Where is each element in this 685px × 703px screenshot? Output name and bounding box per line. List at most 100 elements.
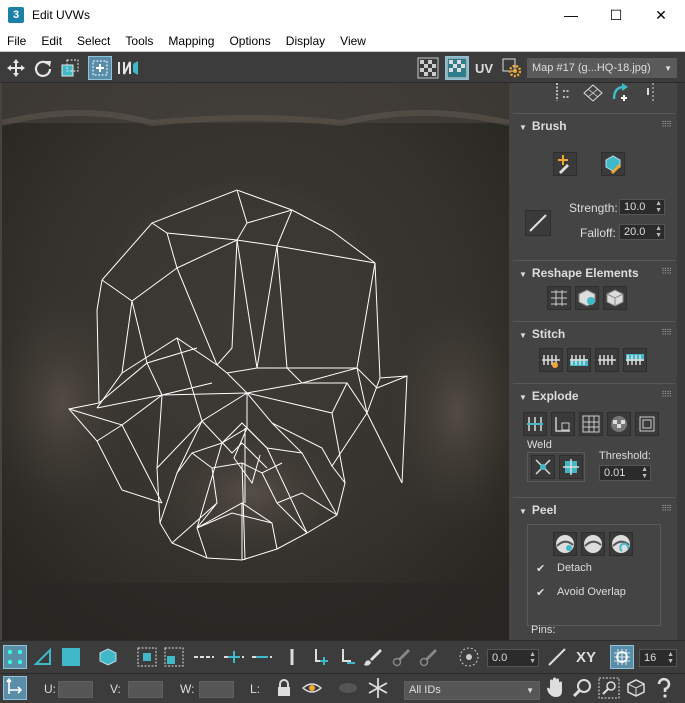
relax-until-flat-button[interactable] [575, 286, 599, 310]
edge-ring-button[interactable] [222, 645, 246, 669]
stitch-average-button[interactable] [595, 348, 619, 372]
align-vertical-button[interactable] [551, 83, 575, 105]
paint-move-button[interactable] [553, 152, 577, 176]
freeform-tool-button[interactable] [88, 56, 112, 80]
freeze-button[interactable] [366, 676, 390, 700]
falloff-space-button[interactable]: XY [572, 645, 600, 669]
falloff-type-button[interactable] [545, 645, 569, 669]
shrink-selection-button[interactable] [162, 645, 186, 669]
close-button[interactable]: ✕ [638, 0, 684, 30]
flatten-by-smoothing-button[interactable] [607, 412, 631, 436]
edge-mode-button[interactable] [31, 645, 55, 669]
help-button[interactable] [652, 676, 676, 700]
stitch-to-target-button[interactable] [623, 348, 647, 372]
peel-rollout-header[interactable]: ▼ Peel [519, 503, 557, 517]
zoom-region-button[interactable] [597, 676, 621, 700]
reshape-rollout-header[interactable]: ▼ Reshape Elements [519, 266, 639, 280]
options-gear-button[interactable] [500, 56, 524, 80]
texture-map-dropdown[interactable]: Map #17 (g...HQ-18.jpg) ▼ [527, 58, 677, 78]
falloff-line-icon [529, 214, 547, 232]
vertex-mode-button[interactable] [3, 645, 27, 669]
menu-mapping[interactable]: Mapping [161, 34, 222, 48]
stitch-to-source-button[interactable] [567, 348, 591, 372]
scale-tool-button[interactable] [58, 56, 82, 80]
grid-snap-button[interactable] [610, 645, 634, 669]
menu-file[interactable]: File [0, 34, 34, 48]
menu-select[interactable]: Select [70, 34, 118, 48]
rotate-tool-button[interactable] [31, 56, 55, 80]
soft-selection-button[interactable] [457, 645, 481, 669]
strength-spinner[interactable]: 10.0 ▲ ▼ [619, 199, 665, 215]
show-map-button[interactable] [445, 56, 469, 80]
material-id-dropdown[interactable]: All IDs ▼ [404, 681, 540, 700]
weld-selected-button[interactable] [531, 455, 555, 479]
spinner-arrows-icon: ▲ ▼ [529, 651, 536, 665]
avoid-overlap-checkbox[interactable]: ✔ [536, 587, 548, 599]
distribute-button[interactable] [641, 83, 665, 105]
falloff-spinner[interactable]: 20.0 ▲ ▼ [619, 224, 665, 240]
shrink-icon [164, 647, 184, 667]
peel-reset-button[interactable] [609, 532, 633, 556]
point-to-point-minus-button[interactable] [335, 645, 359, 669]
uv-space-button[interactable]: UV [472, 56, 496, 80]
hide-button[interactable] [336, 676, 360, 700]
w-coordinate-field[interactable] [199, 681, 234, 698]
uv-canvas[interactable] [2, 83, 509, 640]
flatten-by-polygon-button[interactable] [579, 412, 603, 436]
brush-rollout-header[interactable]: ▼ Brush [519, 119, 567, 133]
detach-checkbox[interactable]: ✔ [536, 563, 548, 575]
zoom-button[interactable] [570, 676, 594, 700]
straighten-button[interactable] [581, 83, 605, 105]
mirror-tool-button[interactable] [116, 56, 140, 80]
peel-mode-button[interactable] [581, 532, 605, 556]
threshold-spinner[interactable]: 0.01 ▲ ▼ [599, 465, 651, 481]
menu-view[interactable]: View [333, 34, 374, 48]
uv-viewport[interactable] [2, 83, 509, 640]
grow-selection-button[interactable] [135, 645, 159, 669]
relax-custom-button[interactable] [603, 286, 627, 310]
checker-map-button[interactable] [416, 56, 440, 80]
lock-selection-button[interactable] [272, 676, 296, 700]
straighten-selection-button[interactable] [547, 286, 571, 310]
quick-peel-button[interactable] [553, 532, 577, 556]
paint-grow-button[interactable] [388, 645, 412, 669]
edge-ring-shrink-button[interactable] [250, 645, 274, 669]
minimize-button[interactable]: — [548, 0, 594, 30]
zoom-extents-button[interactable] [624, 676, 648, 700]
weld-target-icon [563, 459, 579, 475]
zoom-extents-icon [627, 679, 645, 697]
v-coordinate-field[interactable] [128, 681, 163, 698]
stitch-custom-button[interactable] [539, 348, 563, 372]
brush-falloff-button[interactable] [525, 210, 551, 236]
grid-size-spinner[interactable]: 16 ▲ ▼ [639, 649, 677, 667]
maximize-button[interactable]: ☐ [593, 0, 639, 30]
absolute-offset-toggle[interactable] [3, 676, 27, 700]
move-tool-button[interactable] [4, 56, 28, 80]
pan-button[interactable] [543, 676, 567, 700]
paint-shrink-button[interactable] [415, 645, 439, 669]
point-to-point-button[interactable] [308, 645, 332, 669]
paint-relax-button[interactable] [601, 152, 625, 176]
w-label: W: [180, 682, 195, 696]
menu-edit[interactable]: Edit [34, 34, 70, 48]
u-coordinate-field[interactable] [58, 681, 93, 698]
pins-label: Pins: [531, 624, 556, 636]
flatten-by-material-button[interactable] [635, 412, 659, 436]
explode-rollout-header[interactable]: ▼ Explode [519, 389, 579, 403]
face-mode-button[interactable] [59, 645, 83, 669]
falloff-distance-spinner[interactable]: 0.0 ▲ ▼ [487, 649, 539, 667]
paint-select-button[interactable] [360, 645, 384, 669]
detach-edge-button[interactable] [551, 412, 575, 436]
relax-button[interactable] [609, 83, 633, 105]
menu-display[interactable]: Display [279, 34, 333, 48]
element-mode-button[interactable] [96, 645, 120, 669]
edge-loop-button[interactable] [192, 645, 216, 669]
menu-options[interactable]: Options [222, 34, 278, 48]
stitch-rollout-header[interactable]: ▼ Stitch [519, 327, 565, 341]
weld-target-button[interactable] [559, 455, 583, 479]
show-hidden-button[interactable] [300, 676, 324, 700]
menu-tools[interactable]: Tools [118, 34, 161, 48]
edge-select-bar-button[interactable] [280, 645, 304, 669]
panel-scrollbar[interactable] [677, 83, 685, 640]
break-button[interactable] [523, 412, 547, 436]
